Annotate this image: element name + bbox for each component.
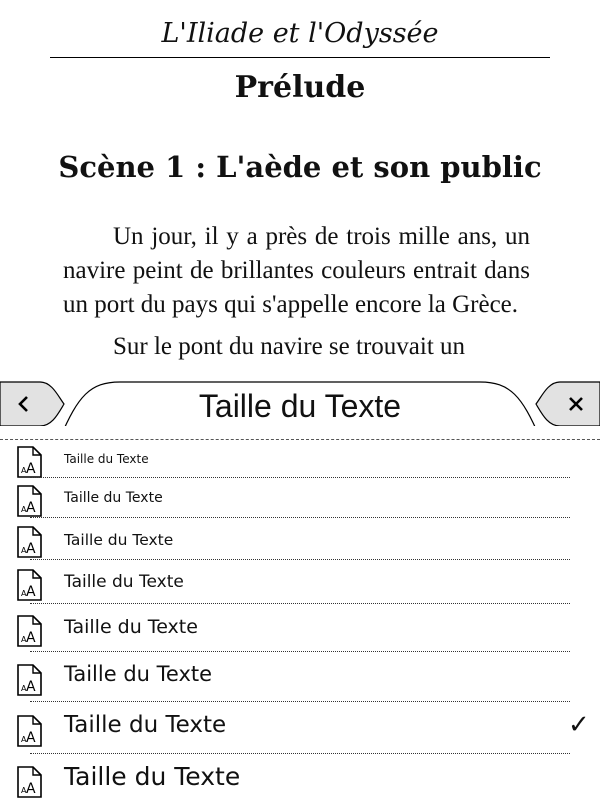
svg-text:A: A — [26, 461, 36, 477]
font-size-icon: AA — [17, 569, 42, 601]
font-size-icon: AA — [17, 485, 42, 517]
close-button[interactable] — [551, 382, 600, 426]
text-size-option[interactable]: A A Taille du Texte ✓ — [0, 702, 600, 754]
font-size-icon: AA — [17, 715, 42, 747]
scene-title: Scène 1 : L'aède et son public — [58, 150, 542, 184]
text-size-option[interactable]: A A Taille du Texte — [0, 604, 600, 652]
text-size-option[interactable]: A A Taille du Texte — [0, 754, 600, 804]
book-running-header: L'Iliade et l'Odyssée — [161, 18, 439, 49]
svg-text:A: A — [26, 679, 36, 695]
svg-text:A: A — [26, 630, 36, 646]
close-icon — [568, 397, 583, 411]
chapter-title: Prélude — [234, 70, 366, 105]
svg-text:A: A — [26, 500, 36, 516]
text-size-option-label: Taille du Texte — [64, 712, 227, 738]
font-size-icon: AA — [17, 766, 42, 798]
text-size-option-label: Taille du Texte — [64, 662, 213, 686]
svg-text:A: A — [26, 541, 36, 557]
checkmark-icon: ✓ — [568, 710, 590, 740]
back-button[interactable] — [0, 382, 48, 426]
text-size-option[interactable]: A A Taille du Texte — [0, 518, 600, 560]
text-size-option-label: Taille du Texte — [64, 762, 241, 791]
font-size-icon: AA — [17, 664, 42, 696]
font-size-icon: AA — [17, 446, 42, 478]
text-size-option-label: Taille du Texte — [64, 490, 163, 506]
panel-title: Taille du Texte — [198, 388, 402, 424]
text-size-option[interactable]: A A Taille du Texte — [0, 560, 600, 604]
paragraph: Un jour, il y a près de trois mille ans,… — [63, 223, 530, 318]
text-size-option[interactable]: A A Taille du Texte — [0, 478, 600, 518]
text-size-option-label: Taille du Texte — [64, 452, 149, 466]
text-size-option[interactable]: A A Taille du Texte — [0, 440, 600, 478]
book-body-text: Un jour, il y a près de trois mille ans,… — [63, 220, 530, 364]
text-size-option-label: Taille du Texte — [64, 616, 198, 638]
chevron-left-icon — [18, 396, 28, 412]
svg-text:A: A — [26, 730, 36, 746]
paragraph: Sur le pont du navire se trouvait un — [113, 333, 466, 360]
svg-text:A: A — [26, 584, 36, 600]
text-size-option-label: Taille du Texte — [64, 531, 174, 549]
font-size-icon: AA — [17, 526, 42, 558]
text-size-panel: A A Taille du Texte A A Taille du Texte A A Tail… — [0, 439, 600, 801]
header-divider — [50, 57, 550, 58]
svg-text:A: A — [26, 781, 36, 797]
text-size-option[interactable]: A A Taille du Texte — [0, 652, 600, 702]
font-size-icon: AA — [17, 615, 42, 647]
text-size-option-label: Taille du Texte — [64, 572, 184, 592]
